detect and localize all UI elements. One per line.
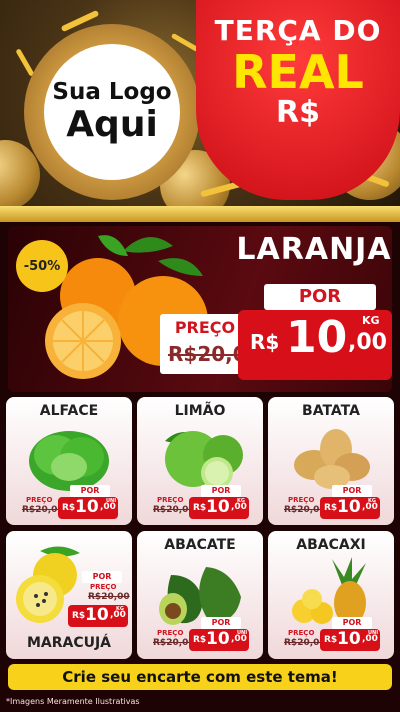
product-unit: KG [368, 498, 376, 504]
product-unit: KG [237, 498, 245, 504]
product-por-label: POR [332, 617, 372, 629]
product-card-abacaxi[interactable]: ABACAXI POR PREÇO R$20,00 R$ 10 ,00 UNI [268, 531, 394, 659]
hero-price-int: 10 [286, 312, 348, 363]
product-por-label: POR [201, 485, 241, 497]
discount-badge: -50% [16, 240, 68, 292]
product-por-label: POR [332, 485, 372, 497]
product-card-maracuja[interactable]: POR PREÇO R$20,00 R$ 10 ,00 KG MARACUJÁ [6, 531, 132, 659]
hero-unit: KG [362, 314, 380, 327]
product-name: LIMÃO [174, 403, 226, 419]
product-preco-label: PREÇO [157, 496, 184, 504]
product-price-int: 10 [206, 629, 230, 649]
product-currency: R$ [324, 503, 338, 513]
streamer-decoration [170, 32, 200, 53]
product-currency: R$ [72, 611, 86, 621]
hero-product-name: LARANJA [236, 232, 392, 267]
product-preco-label: PREÇO [288, 629, 315, 637]
product-por-label: POR [82, 571, 122, 583]
product-por-label: POR [201, 617, 241, 629]
product-name: ABACATE [164, 537, 236, 553]
product-unit: UNI [237, 630, 248, 636]
product-price-tag: R$ 10 ,00 UNI [189, 629, 249, 651]
hero-price-dec: ,00 [348, 330, 387, 355]
product-preco-label: PREÇO [288, 496, 315, 504]
gold-divider [0, 206, 400, 222]
logo-line1: Sua Logo [52, 79, 172, 105]
logo-line2: Aqui [66, 104, 158, 145]
product-card-abacate[interactable]: ABACATE POR PREÇO R$20,00 R$ 10 ,00 UNI [137, 531, 263, 659]
streamer-decoration [15, 48, 35, 77]
hero-price-tag: R$ 10 ,00 KG [238, 310, 392, 380]
product-price-int: 10 [206, 497, 230, 517]
hero-por-label: POR [264, 284, 376, 310]
product-price-tag: R$ 10 ,00 KG [320, 497, 380, 519]
lettuce-image [29, 431, 109, 491]
product-currency: R$ [62, 503, 76, 513]
promo-line2: REAL [232, 45, 364, 99]
disclaimer-note: *Imagens Meramente Ilustrativas [6, 697, 140, 706]
hero-currency: R$ [250, 330, 280, 354]
product-price-tag: R$ 10 ,00 UNI [58, 497, 118, 519]
product-price-int: 10 [75, 497, 99, 517]
product-card-limao[interactable]: LIMÃO POR PREÇO R$20,00 R$ 10 ,00 KG [137, 397, 263, 525]
product-unit: UNI [106, 498, 117, 504]
product-unit: KG [116, 606, 124, 612]
product-card-batata[interactable]: BATATA POR PREÇO R$20,00 R$ 10 ,00 KG [268, 397, 394, 525]
promo-line3: R$ [276, 95, 320, 130]
product-price-tag: R$ 10 ,00 KG [68, 605, 128, 627]
hero-preco-label: PREÇO [174, 318, 236, 337]
product-preco-label: PREÇO [26, 496, 53, 504]
product-unit: UNI [368, 630, 379, 636]
product-currency: R$ [193, 635, 207, 645]
promo-line1: TERÇA DO [214, 14, 382, 47]
product-card-alface[interactable]: ALFACE POR PREÇO R$20,00 R$ 10 ,00 UNI [6, 397, 132, 525]
product-price-int: 10 [337, 629, 361, 649]
product-name: BATATA [302, 403, 360, 419]
product-price-tag: R$ 10 ,00 KG [189, 497, 249, 519]
cta-button[interactable]: Crie seu encarte com este tema! [8, 664, 392, 690]
product-name: ALFACE [39, 403, 99, 419]
logo-placeholder[interactable]: Sua Logo Aqui [44, 44, 180, 180]
product-preco-label: PREÇO [157, 629, 184, 637]
product-price-tag: R$ 10 ,00 UNI [320, 629, 380, 651]
product-currency: R$ [324, 635, 338, 645]
product-price-int: 10 [337, 497, 361, 517]
hero-offer[interactable]: -50% LARANJA POR PREÇO R$20,00 R$ 10 ,00… [8, 226, 392, 392]
promo-badge: TERÇA DO REAL R$ [196, 0, 400, 200]
lime-image [165, 431, 243, 489]
product-currency: R$ [193, 503, 207, 513]
potato-image [294, 429, 370, 489]
product-por-label: POR [70, 485, 110, 497]
product-preco-label: PREÇO [90, 583, 117, 591]
product-old-price: R$20,00 [88, 592, 130, 602]
product-name: ABACAXI [296, 537, 366, 553]
product-name: MARACUJÁ [26, 635, 112, 651]
product-price-int: 10 [85, 605, 109, 625]
